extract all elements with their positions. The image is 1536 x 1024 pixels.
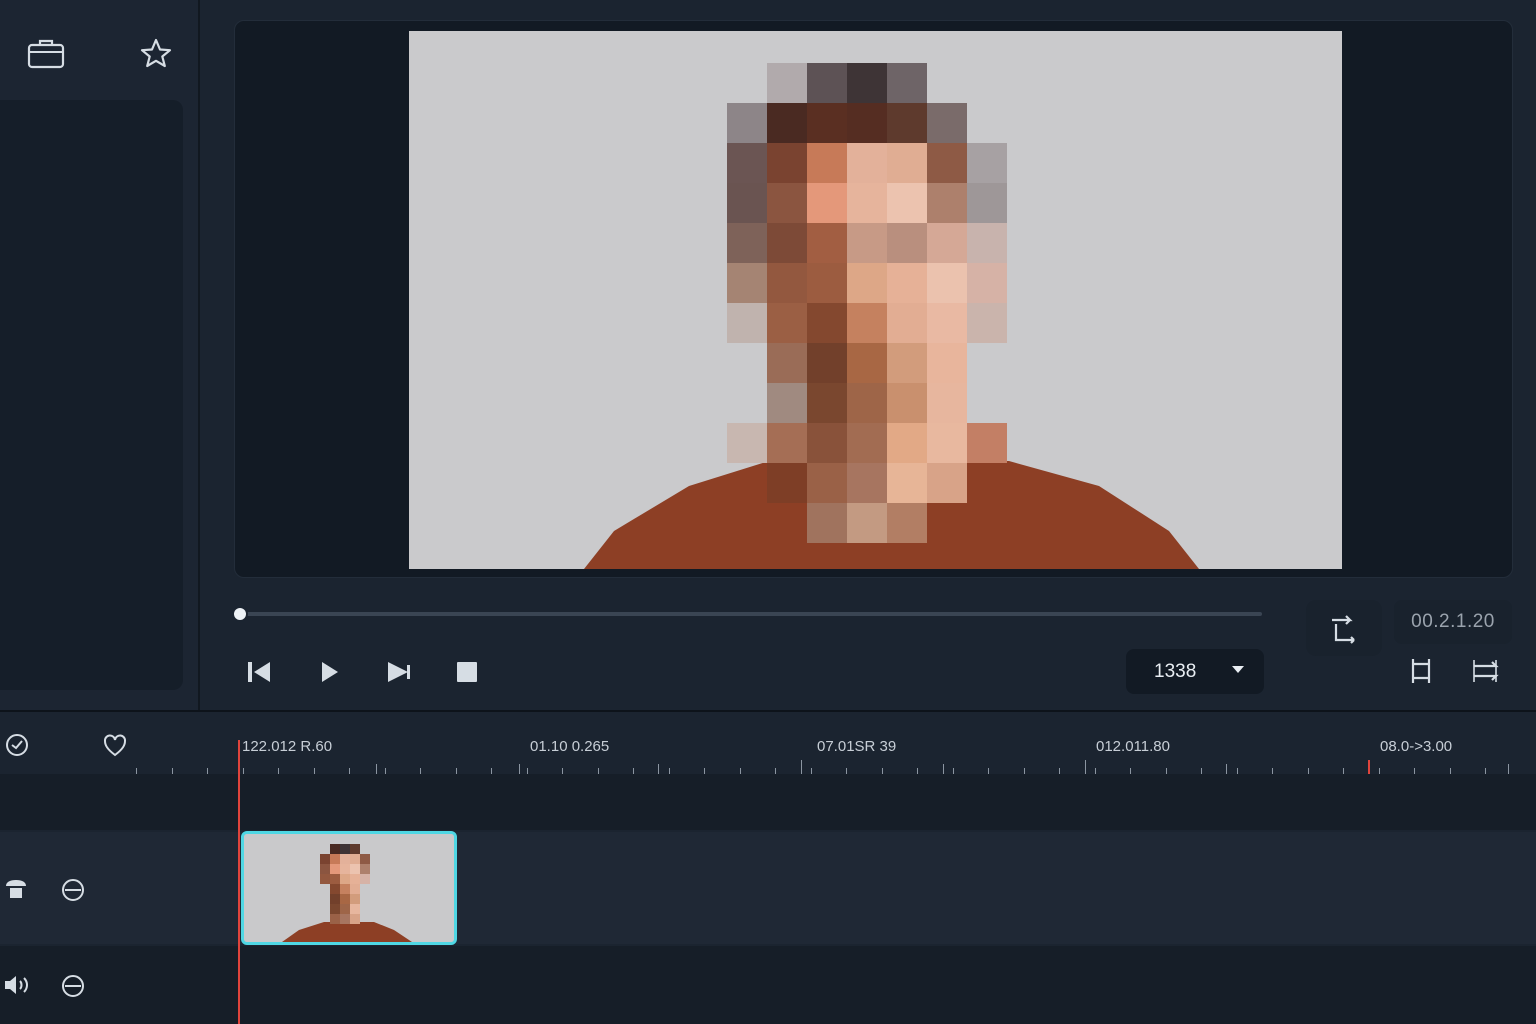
briefcase-icon[interactable]: [24, 34, 68, 72]
trim-start-icon[interactable]: [1404, 654, 1438, 688]
marker-icon[interactable]: [100, 730, 130, 760]
hat-icon[interactable]: [2, 876, 30, 902]
timeline-ruler[interactable]: 122.012 R.60 01.10 0.265 07.01SR 39 012.…: [0, 712, 1536, 774]
ruler-tick: [943, 764, 944, 774]
ruler-label-3: 07.01SR 39: [817, 738, 897, 755]
ruler-tick: [376, 764, 377, 774]
preview-panel: [234, 20, 1513, 578]
video-track[interactable]: [0, 832, 1536, 944]
resolution-value: 1338: [1154, 660, 1197, 682]
play-icon[interactable]: [311, 654, 347, 690]
ruler-tick: [519, 764, 520, 774]
ruler-label-1: 122.012 R.60: [242, 738, 333, 755]
ruler-tick: [1226, 764, 1227, 774]
sidebar-toolbar: [0, 0, 200, 100]
timecode-display: 00.2.1.20: [1394, 600, 1512, 644]
visibility-icon[interactable]: [58, 876, 88, 904]
resolution-dropdown[interactable]: 1338: [1126, 649, 1264, 694]
speaker-icon[interactable]: [2, 972, 32, 998]
ruler-label-5: 08.0->3.00: [1380, 738, 1453, 755]
visibility-icon[interactable]: [58, 972, 88, 1000]
stop-icon[interactable]: [449, 654, 485, 690]
clip-thumbnail: [244, 834, 454, 942]
video-clip[interactable]: [241, 831, 457, 945]
crop-button[interactable]: [1306, 600, 1382, 656]
step-forward-icon[interactable]: [381, 654, 417, 690]
ruler-tick-major: [1085, 760, 1086, 774]
audio-track[interactable]: [0, 946, 1536, 1024]
media-library-panel: [0, 100, 183, 690]
ruler-tick-major: [801, 760, 802, 774]
swap-icon[interactable]: [1468, 654, 1502, 688]
snap-icon[interactable]: [2, 730, 32, 760]
star-icon[interactable]: [136, 34, 176, 72]
playback-scrubber[interactable]: [238, 612, 1262, 616]
ruler-tick: [658, 764, 659, 774]
playhead[interactable]: [238, 740, 240, 1024]
chevron-down-icon: [1232, 666, 1244, 673]
ruler-tick: [1508, 764, 1509, 774]
scrubber-handle[interactable]: [234, 608, 246, 620]
ruler-label-4: 012.011.80: [1096, 738, 1170, 755]
step-back-icon[interactable]: [241, 654, 277, 690]
video-editor: 1338 00.2.1.20 122.012 R.60 01.10 0.265 …: [0, 0, 1536, 1024]
crop-icon: [1332, 615, 1355, 644]
pixelated-person-image: [409, 31, 1342, 569]
timeline-marker: [1368, 760, 1370, 774]
ruler-label-2: 01.10 0.265: [530, 738, 610, 755]
video-frame: [409, 31, 1342, 569]
left-sidebar: [0, 0, 200, 712]
empty-track[interactable]: [0, 774, 1536, 830]
